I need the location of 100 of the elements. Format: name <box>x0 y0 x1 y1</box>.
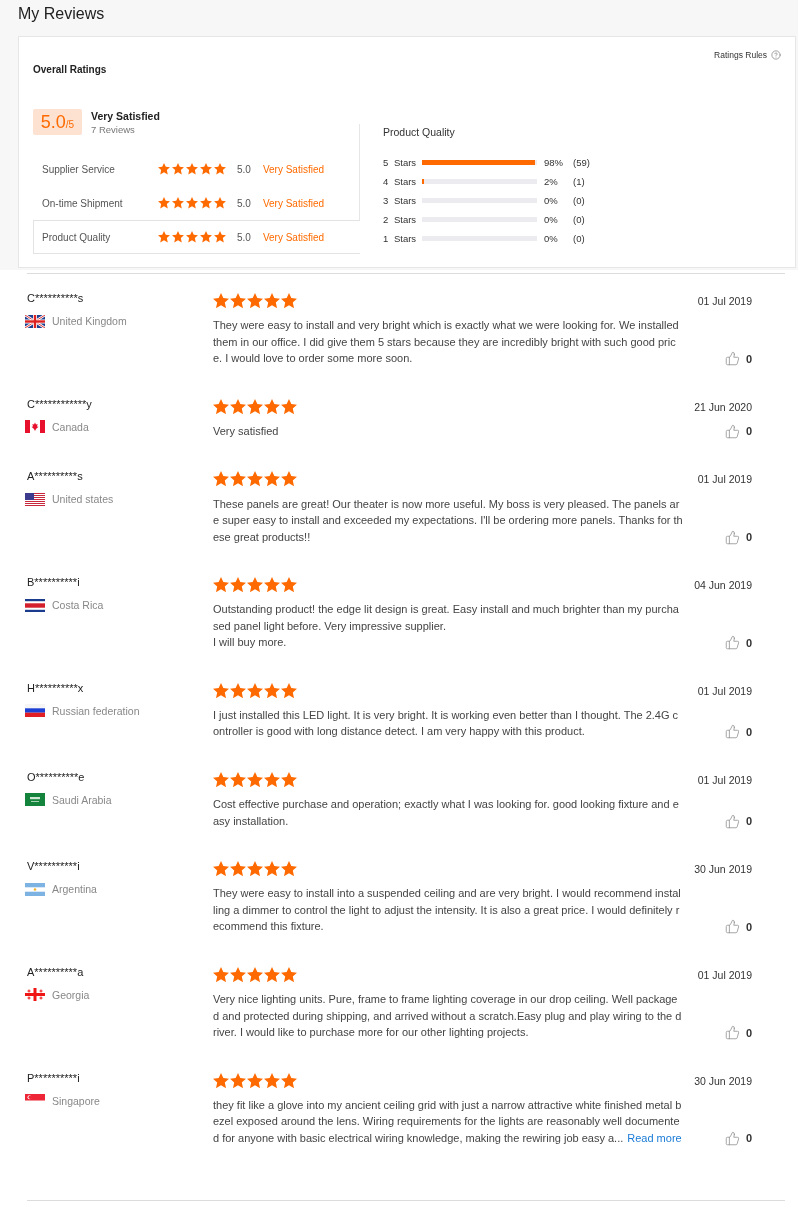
read-more-link[interactable]: Read more <box>627 1131 682 1144</box>
star-icon <box>214 231 226 243</box>
star-icon <box>213 771 229 788</box>
review-date: 01 Jul 2019 <box>697 683 752 699</box>
star-icon <box>247 398 263 414</box>
thumbs-up-icon <box>724 423 740 439</box>
like-button[interactable]: 0 <box>724 918 752 935</box>
star-icon <box>264 682 280 698</box>
histogram-title: Product Quality <box>383 125 456 139</box>
reviewer-name: A**********s <box>27 469 83 485</box>
star-icon <box>230 293 246 309</box>
review-text: These panels are great! Our theater is now more useful. My boss is very pleased. The panels are super easy to install and exceeded my expectations. I'll be ordering more panels. Thanks for these great products!! <box>213 496 683 545</box>
reviewer-country: Singapore <box>52 1093 100 1108</box>
review-date: 04 Jun 2019 <box>694 578 752 594</box>
thumbs-up-icon <box>724 813 740 829</box>
star-icon <box>247 577 263 593</box>
overall-verdict: Very Satisfied <box>91 109 160 123</box>
star-icon <box>281 682 297 698</box>
star-icon <box>213 1072 229 1088</box>
rating-category-tab[interactable]: Product Quality 5.0 Very Satisfied <box>33 220 360 254</box>
star-icon <box>230 771 246 788</box>
star-icon <box>230 577 246 593</box>
reviewer-name: P**********i <box>27 1070 80 1086</box>
help-icon <box>771 50 781 60</box>
star-icon <box>186 197 198 209</box>
rating-category-tab[interactable]: Supplier Service 5.0 Very Satisfied <box>33 152 360 186</box>
category-verdict: Very Satisfied <box>262 163 325 175</box>
star-icon <box>264 471 280 487</box>
like-button[interactable]: 0 <box>724 634 752 651</box>
reviewer-name: V**********i <box>27 859 80 875</box>
category-score: 5.0 <box>237 197 251 209</box>
review-text: Cost effective purchase and operation; exactly what I was looking for. good looking fixture and easy installation. <box>213 797 680 829</box>
star-level-label: 5 Stars <box>383 156 418 168</box>
star-icon <box>172 163 184 175</box>
score-value: 5.0 <box>40 112 66 132</box>
like-button[interactable]: 0 <box>724 1024 752 1041</box>
thumbs-up-icon <box>724 919 740 935</box>
like-button[interactable]: 0 <box>724 529 752 546</box>
star-icon <box>247 861 263 877</box>
review-text: They were easy to install and very bright which is exactly what we were looking for. We installed them in our office. I did give them 5 stars because they are incredibly bright with such good price. I would love to order some more soon. <box>213 318 680 367</box>
star-icon <box>281 771 297 788</box>
like-button[interactable]: 0 <box>724 350 752 367</box>
star-icon <box>172 197 184 209</box>
star-icon <box>158 231 170 243</box>
star-icon <box>214 163 226 175</box>
star-icon <box>247 682 263 698</box>
reviewer-name: C************y <box>27 396 92 412</box>
star-icon <box>213 577 229 593</box>
count-text: (0) <box>573 194 585 206</box>
section-title: Overall Ratings <box>33 64 107 76</box>
star-icon <box>186 163 198 175</box>
star-icon <box>247 966 263 982</box>
category-verdict: Very Satisfied <box>262 231 325 243</box>
review-date: 01 Jul 2019 <box>697 772 752 788</box>
star-icon <box>264 771 280 788</box>
thumbs-up-icon <box>724 351 740 367</box>
star-icon <box>186 231 198 243</box>
star-icon <box>200 231 212 243</box>
star-icon <box>281 398 297 414</box>
reviewer-name: H**********x <box>27 680 84 696</box>
star-icon <box>281 577 297 593</box>
thumbs-up-icon <box>724 1025 740 1040</box>
star-icon <box>213 966 229 982</box>
star-icon <box>213 293 229 309</box>
reviewer-country: United Kingdom <box>52 314 127 328</box>
reviewer-name: B**********i <box>27 575 80 591</box>
star-icon <box>230 861 246 877</box>
star-icon <box>281 293 297 309</box>
star-icon <box>247 1072 263 1088</box>
review-text: They were easy to install into a suspended ceiling and are very bright. I would recommend installing a dimmer to control the light to adjust the intensity. It is also a great price. I would definitely recommend this fixture. <box>213 886 682 935</box>
thumbs-up-icon <box>724 1130 740 1146</box>
review-text: Very satisfied <box>213 423 279 439</box>
rating-category-tab[interactable]: On-time Shipment 5.0 Very Satisfied <box>33 186 360 220</box>
like-button[interactable]: 0 <box>724 813 752 830</box>
review-date: 21 Jun 2020 <box>694 399 752 415</box>
review-text: Very nice lighting units. Pure, frame to frame lighting coverage in our drop ceiling. Well packaged and protected during shipping, and arrived without a scratch.Easy plug and play wiring to the driver. I would like to purchase more for our other lighting projects. <box>213 992 683 1040</box>
ratings-rules-link[interactable]: Ratings Rules <box>714 49 781 61</box>
star-icon <box>281 861 297 877</box>
star-level-label: 4 Stars <box>383 175 418 187</box>
star-icon <box>264 293 280 309</box>
review-date: 01 Jul 2019 <box>697 294 752 309</box>
review-count: 7 Reviews <box>91 123 136 137</box>
star-icon <box>213 471 229 487</box>
review-date: 01 Jul 2019 <box>697 472 752 488</box>
star-icon <box>158 163 170 175</box>
review-date: 30 Jun 2019 <box>694 862 752 878</box>
star-icon <box>230 471 246 487</box>
star-icon <box>230 1072 246 1088</box>
like-button[interactable]: 0 <box>724 1130 752 1147</box>
star-icon <box>264 861 280 877</box>
category-label: On-time Shipment <box>42 197 124 209</box>
star-icon <box>264 577 280 593</box>
reviewer-country: Argentina <box>52 882 97 897</box>
thumbs-up-icon <box>724 635 740 651</box>
star-icon <box>213 861 229 877</box>
like-button[interactable]: 0 <box>724 423 752 440</box>
like-button[interactable]: 0 <box>724 723 752 740</box>
count-text: (1) <box>573 175 585 187</box>
star-icon <box>264 398 280 414</box>
star-icon <box>158 197 170 209</box>
